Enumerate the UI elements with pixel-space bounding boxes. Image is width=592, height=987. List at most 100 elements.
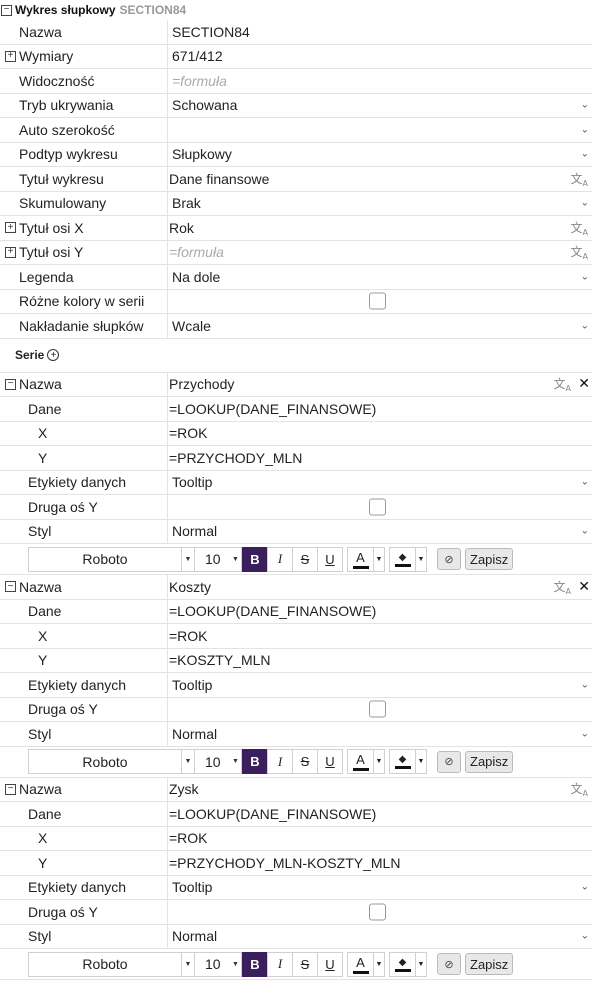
clear-format-icon[interactable]: ⊘ — [437, 750, 461, 773]
auto-szerokosc-select[interactable]: ⌄ — [168, 118, 592, 142]
caret-down-icon[interactable]: ▼ — [230, 546, 242, 572]
chevron-down-icon[interactable]: ⌄ — [581, 882, 589, 893]
font-family-select[interactable]: Roboto — [28, 951, 182, 977]
translate-icon[interactable]: 文A — [571, 170, 589, 188]
chevron-down-icon[interactable]: ⌄ — [581, 271, 589, 282]
translate-icon[interactable]: 文A — [554, 578, 572, 596]
series-x-field[interactable]: =ROK — [168, 624, 592, 648]
tytul-osi-y-field[interactable]: =formuła 文A — [168, 241, 592, 265]
add-serie-icon[interactable]: + — [47, 349, 60, 361]
translate-icon[interactable]: 文A — [554, 375, 572, 393]
series-labels-select[interactable]: Tooltip ⌄ — [168, 471, 592, 495]
bold-button[interactable]: B — [242, 546, 268, 572]
nazwa-field[interactable]: SECTION84 — [168, 20, 592, 44]
close-icon[interactable]: ✕ — [578, 376, 590, 392]
skumulowany-select[interactable]: Brak ⌄ — [168, 192, 592, 216]
caret-down-icon[interactable]: ▼ — [230, 749, 242, 774]
tytul-wykresu-field[interactable]: Dane finansowe 文A — [168, 167, 592, 191]
font-size-select[interactable]: 10 — [194, 546, 230, 572]
caret-down-icon[interactable]: ▼ — [182, 749, 194, 774]
strikethrough-button[interactable]: S — [292, 951, 318, 977]
series-labels-select[interactable]: Tooltip ⌄ — [168, 673, 592, 697]
strikethrough-button[interactable]: S — [292, 546, 318, 572]
prop-label-expandable[interactable]: + Tytuł osi Y — [0, 240, 168, 264]
collapse-box-icon[interactable]: − — [1, 4, 12, 16]
font-color-picker[interactable]: A ▼ — [347, 546, 385, 572]
series-label-expandable[interactable]: − Nazwa — [0, 372, 168, 396]
collapse-box-icon[interactable]: − — [5, 581, 16, 593]
bold-button[interactable]: B — [242, 951, 268, 977]
series-style-select[interactable]: Normal ⌄ — [168, 722, 592, 746]
chevron-down-icon[interactable]: ⌄ — [581, 198, 589, 209]
chevron-down-icon[interactable]: ⌄ — [581, 149, 589, 160]
wymiary-field[interactable]: 671/412 — [168, 45, 592, 69]
podtyp-wykresu-select[interactable]: Słupkowy ⌄ — [168, 143, 592, 167]
prop-label-expandable[interactable]: + Tytuł osi X — [0, 216, 168, 240]
save-button[interactable]: Zapisz — [465, 953, 514, 975]
fill-color-picker[interactable]: ◆ ▼ — [389, 749, 427, 774]
chevron-down-icon[interactable]: ⌄ — [581, 100, 589, 111]
fill-color-picker[interactable]: ◆ ▼ — [389, 546, 427, 572]
caret-down-icon[interactable]: ▼ — [182, 951, 194, 977]
collapse-box-icon[interactable]: − — [5, 783, 16, 795]
fill-color-picker[interactable]: ◆ ▼ — [389, 951, 427, 977]
expand-box-icon[interactable]: + — [5, 222, 16, 234]
close-icon[interactable]: ✕ — [578, 579, 590, 595]
tryb-ukrywania-select[interactable]: Schowana ⌄ — [168, 94, 592, 118]
second-axis-checkbox[interactable] — [369, 903, 386, 921]
italic-button[interactable]: I — [267, 546, 293, 572]
tytul-osi-x-field[interactable]: Rok 文A — [168, 216, 592, 240]
chevron-down-icon[interactable]: ⌄ — [581, 931, 589, 942]
series-dane-field[interactable]: =LOOKUP(DANE_FINANSOWE) — [168, 397, 592, 421]
series-name-field[interactable]: Koszty 文A ✕ — [168, 575, 592, 599]
nakladanie-select[interactable]: Wcale ⌄ — [168, 314, 592, 338]
italic-button[interactable]: I — [267, 951, 293, 977]
series-label-expandable[interactable]: − Nazwa — [0, 777, 168, 801]
series-name-field[interactable]: Przychody 文A ✕ — [168, 373, 592, 397]
font-family-select[interactable]: Roboto — [28, 546, 182, 572]
series-x-field[interactable]: =ROK — [168, 422, 592, 446]
legenda-select[interactable]: Na dole ⌄ — [168, 265, 592, 289]
font-family-select[interactable]: Roboto — [28, 749, 182, 774]
prop-label-expandable[interactable]: + Wymiary — [0, 44, 168, 68]
series-labels-select[interactable]: Tooltip ⌄ — [168, 876, 592, 900]
second-axis-checkbox[interactable] — [369, 498, 386, 516]
chevron-down-icon[interactable]: ⌄ — [581, 477, 589, 488]
font-color-picker[interactable]: A ▼ — [347, 749, 385, 774]
series-y-field[interactable]: =PRZYCHODY_MLN-KOSZTY_MLN — [168, 851, 592, 875]
bold-button[interactable]: B — [242, 749, 268, 774]
series-y-field[interactable]: =KOSZTY_MLN — [168, 649, 592, 673]
collapse-box-icon[interactable]: − — [5, 378, 16, 390]
series-label-expandable[interactable]: − Nazwa — [0, 575, 168, 599]
series-style-select[interactable]: Normal ⌄ — [168, 925, 592, 949]
font-color-picker[interactable]: A ▼ — [347, 951, 385, 977]
caret-down-icon[interactable]: ▼ — [230, 951, 242, 977]
series-y-field[interactable]: =PRZYCHODY_MLN — [168, 446, 592, 470]
clear-format-icon[interactable]: ⊘ — [437, 548, 461, 570]
translate-icon[interactable]: 文A — [571, 243, 589, 261]
save-button[interactable]: Zapisz — [465, 548, 514, 570]
strikethrough-button[interactable]: S — [292, 749, 318, 774]
underline-button[interactable]: U — [317, 546, 343, 572]
italic-button[interactable]: I — [267, 749, 293, 774]
chevron-down-icon[interactable]: ⌄ — [581, 320, 589, 331]
clear-format-icon[interactable]: ⊘ — [437, 953, 461, 975]
expand-box-icon[interactable]: + — [5, 50, 16, 62]
translate-icon[interactable]: 文A — [571, 780, 589, 798]
second-axis-checkbox[interactable] — [369, 700, 386, 718]
series-name-field[interactable]: Zysk 文A — [168, 778, 592, 802]
save-button[interactable]: Zapisz — [465, 750, 514, 773]
chevron-down-icon[interactable]: ⌄ — [581, 526, 589, 537]
font-size-select[interactable]: 10 — [194, 951, 230, 977]
expand-box-icon[interactable]: + — [5, 246, 16, 258]
series-x-field[interactable]: =ROK — [168, 827, 592, 851]
series-style-select[interactable]: Normal ⌄ — [168, 520, 592, 544]
widocznosc-field[interactable]: =formuła — [168, 69, 592, 93]
underline-button[interactable]: U — [317, 951, 343, 977]
series-dane-field[interactable]: =LOOKUP(DANE_FINANSOWE) — [168, 802, 592, 826]
translate-icon[interactable]: 文A — [571, 219, 589, 237]
underline-button[interactable]: U — [317, 749, 343, 774]
caret-down-icon[interactable]: ▼ — [182, 546, 194, 572]
chevron-down-icon[interactable]: ⌄ — [581, 728, 589, 739]
series-dane-field[interactable]: =LOOKUP(DANE_FINANSOWE) — [168, 600, 592, 624]
